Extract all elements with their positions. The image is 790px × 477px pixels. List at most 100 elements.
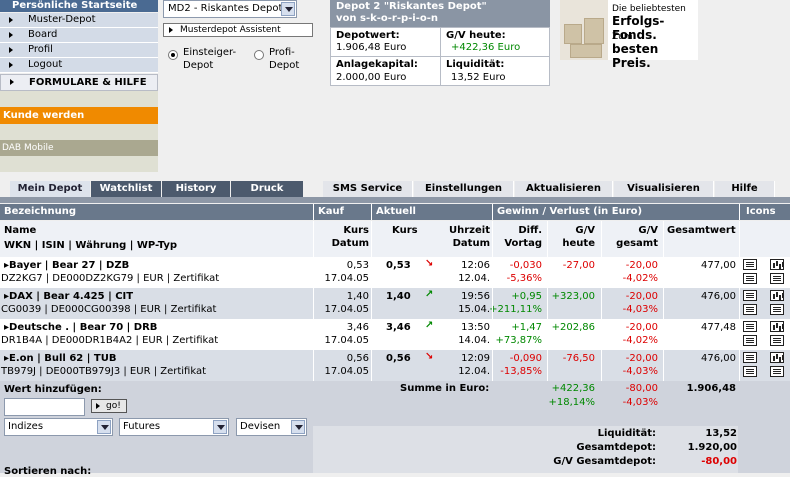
news-icon[interactable] — [770, 273, 784, 284]
musterdepot-assistent-button[interactable]: Musterdepot Assistent — [163, 23, 313, 37]
position-name[interactable]: ▸ E.on | Bull 62 | TUB — [4, 353, 116, 365]
fonds-ad-banner[interactable]: Die beliebtesten Erfolgs-Fonds. Zum best… — [560, 0, 698, 70]
kauf-kurs: 0,53 — [346, 260, 369, 271]
details-icon[interactable] — [743, 321, 757, 332]
gv-gesamt: -20,00 — [625, 291, 658, 302]
sidebar-item-formulare[interactable]: FORMULARE & HILFE — [0, 74, 158, 91]
radio-einsteiger-depot[interactable] — [168, 50, 178, 60]
chevron-down-icon[interactable] — [97, 420, 111, 434]
diff-vortag-pct: +73,87% — [495, 335, 542, 346]
datum: 12.04. — [458, 273, 490, 284]
sub-header-vortag: Vortag — [504, 238, 542, 249]
table-row[interactable]: ▸ Deutsche . | Bear 70 | DRB DR1B4A | DE… — [0, 319, 790, 351]
position-name[interactable]: ▸ DAX | Bear 4.425 | CIT — [4, 291, 133, 303]
gv-gesamt: -20,00 — [625, 260, 658, 271]
edit-icon[interactable] — [743, 335, 757, 346]
tab-visualisieren[interactable]: Visualisieren — [614, 181, 714, 197]
depot-select[interactable]: MD2 - Riskantes Depot — [163, 0, 297, 18]
trend-up-icon: ↗ — [425, 320, 434, 331]
datum: 14.04. — [458, 335, 490, 346]
gv-gesamt-pct: -4,02% — [622, 273, 658, 284]
radio-profi-depot[interactable] — [254, 50, 264, 60]
gv-gesamt-pct: -4,03% — [622, 304, 658, 315]
go-button-label: go! — [106, 401, 121, 411]
sub-header-kurs: Kurs — [392, 225, 418, 236]
sub-header-datum: Datum — [452, 238, 490, 249]
details-icon[interactable] — [743, 259, 757, 270]
diff-vortag-pct: +211,11% — [489, 304, 542, 315]
kauf-datum: 17.04.05 — [324, 366, 369, 377]
news-icon[interactable] — [770, 335, 784, 346]
uhrzeit: 13:50 — [461, 322, 490, 333]
sidebar-header[interactable]: Persönliche Startseite — [0, 0, 158, 12]
edit-icon[interactable] — [743, 273, 757, 284]
tab-einstellungen[interactable]: Einstellungen — [414, 181, 514, 197]
gv-gesamt-pct: -4,03% — [622, 366, 658, 377]
diff-vortag: +1,47 — [511, 322, 542, 333]
table-row[interactable]: ▸ E.on | Bull 62 | TUB TB979J | DE000TB9… — [0, 350, 790, 382]
radio-label-line: Depot — [183, 60, 214, 71]
radio-label-line: Profi- — [269, 47, 295, 58]
depot-owner: von s-k-o-r-p-i-o-n — [336, 13, 439, 24]
devisen-select[interactable]: Devisen — [236, 418, 307, 436]
go-button[interactable]: go! — [91, 399, 127, 413]
sub-header-gesamtwert: Gesamtwert — [667, 225, 736, 236]
assistant-button-label: Musterdepot Assistent — [180, 25, 281, 35]
chevron-down-icon[interactable] — [291, 420, 305, 434]
diff-vortag: -0,090 — [509, 353, 542, 364]
tab-hilfe[interactable]: Hilfe — [715, 181, 775, 197]
chart-icon[interactable] — [770, 321, 784, 332]
tab-watchlist[interactable]: Watchlist — [91, 181, 161, 197]
details-icon[interactable] — [743, 352, 757, 363]
gv-heute: +202,86 — [551, 322, 595, 333]
sidebar-item-muster-depot[interactable]: Muster-Depot — [0, 13, 158, 28]
gv-gesamt: -20,00 — [625, 353, 658, 364]
news-icon[interactable] — [770, 366, 784, 377]
gv-heute-value: +422,36 Euro — [451, 42, 521, 53]
table-row[interactable]: ▸ DAX | Bear 4.425 | CIT CG0039 | DE000C… — [0, 288, 790, 320]
kauf-datum: 17.04.05 — [324, 304, 369, 315]
kauf-kurs: 3,46 — [346, 322, 369, 333]
tab-druck[interactable]: Druck — [231, 181, 303, 197]
summe-gesamtwert: 1.906,48 — [686, 383, 736, 394]
select-value: Futures — [123, 421, 161, 432]
sidebar-item-board[interactable]: Board — [0, 28, 158, 43]
sidebar-item-label: Logout — [28, 59, 63, 70]
tab-aktualisieren[interactable]: Aktualisieren — [515, 181, 613, 197]
chevron-down-icon[interactable] — [281, 2, 295, 16]
edit-icon[interactable] — [743, 366, 757, 377]
edit-icon[interactable] — [743, 304, 757, 315]
uhrzeit: 19:56 — [461, 291, 490, 302]
sidebar-item-profil[interactable]: Profil — [0, 43, 158, 58]
chart-icon[interactable] — [770, 352, 784, 363]
sidebar-item-logout[interactable]: Logout — [0, 58, 158, 73]
indizes-select[interactable]: Indizes — [4, 418, 113, 436]
add-value-input[interactable] — [4, 398, 85, 416]
kunde-werden-link[interactable]: Kunde werden — [0, 107, 158, 124]
summe-label: Summe in Euro: — [400, 383, 490, 394]
uhrzeit: 12:06 — [461, 260, 490, 271]
details-icon[interactable] — [743, 290, 757, 301]
news-icon[interactable] — [770, 304, 784, 315]
sub-header-uhrzeit: Uhrzeit — [449, 225, 490, 236]
gv-heute: -76,50 — [562, 353, 595, 364]
futures-select[interactable]: Futures — [119, 418, 229, 436]
tab-mein-depot[interactable]: Mein Depot — [10, 181, 90, 197]
position-name[interactable]: ▸ Deutsche . | Bear 70 | DRB — [4, 322, 157, 334]
anlagekapital-value: 2.000,00 Euro — [336, 72, 407, 83]
sidebar-item-label: Muster-Depot — [28, 14, 96, 25]
sidebar-item-label: Profil — [28, 44, 53, 55]
position-name[interactable]: ▸ Bayer | Bear 27 | DZB — [4, 260, 129, 272]
tab-sms-service[interactable]: SMS Service — [323, 181, 413, 197]
ad-text: besten Preis. — [612, 42, 659, 70]
dab-mobile-link[interactable]: DAB Mobile — [0, 140, 158, 156]
tab-history[interactable]: History — [162, 181, 230, 197]
chart-icon[interactable] — [770, 259, 784, 270]
diff-vortag-pct: -13,85% — [500, 366, 542, 377]
sidebar-item-label: Board — [28, 29, 58, 40]
chevron-down-icon[interactable] — [213, 420, 227, 434]
chevron-right-icon — [9, 62, 13, 68]
gv-gesamtdepot-value: -80,00 — [701, 456, 737, 467]
table-row[interactable]: ▸ Bayer | Bear 27 | DZB DZ2KG7 | DE000DZ… — [0, 257, 790, 289]
chart-icon[interactable] — [770, 290, 784, 301]
